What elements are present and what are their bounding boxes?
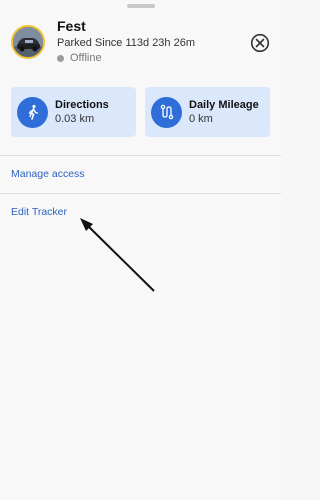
bottom-sheet: Fest Parked Since 113d 23h 26m Offline D… [0, 0, 281, 500]
annotation-arrow [80, 218, 155, 292]
